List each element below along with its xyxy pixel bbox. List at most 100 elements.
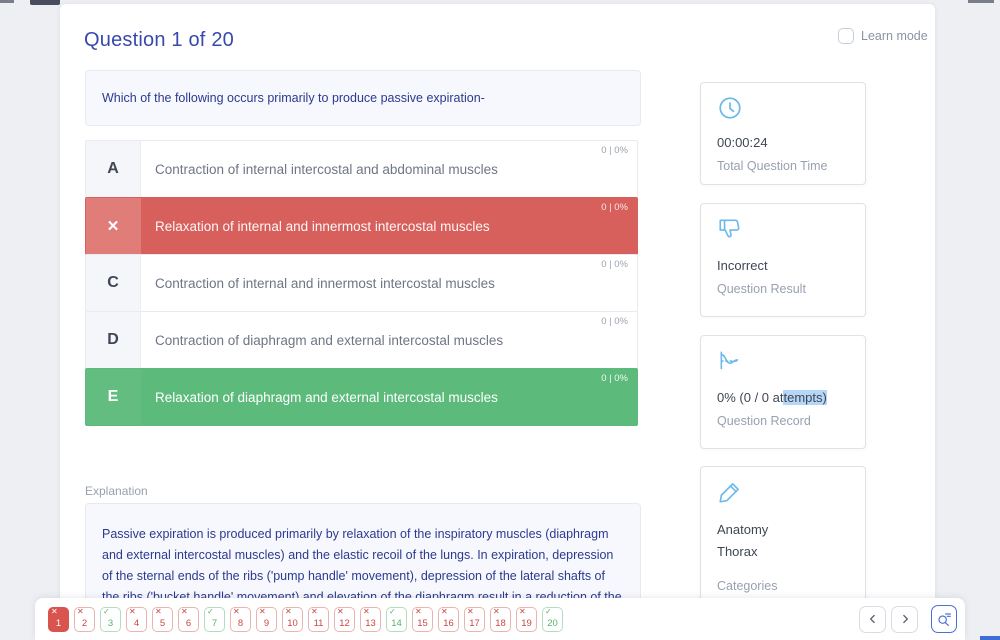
question-number: 3 xyxy=(107,617,114,629)
question-number: 13 xyxy=(365,617,376,629)
option-text: Contraction of internal and innermost in… xyxy=(155,275,495,291)
question-number: 19 xyxy=(521,617,532,629)
browser-tab-artifact xyxy=(30,0,60,5)
question-number: 5 xyxy=(159,617,166,629)
question-review-button[interactable] xyxy=(931,605,957,633)
x-icon: ✕ xyxy=(233,606,240,616)
question-text: Which of the following occurs primarily … xyxy=(102,91,485,105)
next-question-button[interactable] xyxy=(891,605,918,633)
question-nav-box-6[interactable]: ✕ 6 xyxy=(178,606,199,632)
categories-label: Categories xyxy=(717,579,778,593)
options-list: A 0 | 0% Contraction of internal interco… xyxy=(85,140,638,426)
question-nav-box-7[interactable]: ✓ 7 xyxy=(204,606,225,632)
thumbs-down-icon xyxy=(719,219,740,238)
question-time-value: 00:00:24 xyxy=(717,135,768,150)
question-text-box: Which of the following occurs primarily … xyxy=(85,70,641,126)
question-number: 2 xyxy=(81,617,88,629)
question-nav-box-4[interactable]: ✕ 4 xyxy=(126,606,147,632)
option-letter: D xyxy=(86,312,141,368)
record-value-highlighted: tempts) xyxy=(783,390,827,405)
chevron-right-icon xyxy=(902,614,908,624)
result-card: Incorrect Question Result xyxy=(700,203,866,317)
option-stat: 0 | 0% xyxy=(601,145,628,156)
question-nav-box-3[interactable]: ✓ 3 xyxy=(100,606,121,632)
option-stat: 0 | 0% xyxy=(601,373,628,384)
x-icon: ✕ xyxy=(493,606,500,616)
x-icon: ✕ xyxy=(519,606,526,616)
record-value-text: 0% (0 / 0 at xyxy=(717,390,784,405)
question-number: 10 xyxy=(287,617,298,629)
question-number: 14 xyxy=(391,617,402,629)
option-row-e-correct[interactable]: E 0 | 0% Relaxation of diaphragm and ext… xyxy=(85,368,638,426)
x-icon: ✕ xyxy=(363,606,370,616)
option-row-a[interactable]: A 0 | 0% Contraction of internal interco… xyxy=(85,140,638,198)
question-nav-box-17[interactable]: ✕ 17 xyxy=(464,606,485,632)
x-icon: ✕ xyxy=(181,606,188,616)
check-icon: ✓ xyxy=(103,606,110,616)
question-nav-box-19[interactable]: ✕ 19 xyxy=(516,606,537,632)
option-stat: 0 | 0% xyxy=(601,259,628,270)
categories-card: Anatomy Thorax Categories xyxy=(700,466,866,616)
question-nav-box-15[interactable]: ✕ 15 xyxy=(412,606,433,632)
category-item: Anatomy xyxy=(717,522,769,537)
question-number: 18 xyxy=(495,617,506,629)
question-nav-box-11[interactable]: ✕ 11 xyxy=(308,606,329,632)
question-nav-box-12[interactable]: ✕ 12 xyxy=(334,606,355,632)
record-card: 0% (0 / 0 attempts) Question Record xyxy=(700,335,866,449)
question-navigator-bar: ✕ 1 ✕ 2 ✓ 3 ✕ 4 ✕ 5 ✕ 6 ✓ 7 ✕ 8 ✕ 9 ✕ 10 ✕ 11 ✕ 12 ✕ 13 ✓ 14 ✕ 15 ✕ 16 ✕… xyxy=(35,598,965,640)
question-result-value: Incorrect xyxy=(717,258,768,273)
explanation-label: Explanation xyxy=(85,484,148,498)
option-text: Contraction of diaphragm and external in… xyxy=(155,332,504,348)
question-nav-box-14[interactable]: ✓ 14 xyxy=(386,606,407,632)
option-text: Relaxation of diaphragm and external int… xyxy=(155,389,498,405)
check-icon: ✓ xyxy=(389,606,396,616)
category-item: Thorax xyxy=(717,544,758,559)
question-number: 16 xyxy=(443,617,454,629)
question-record-label: Question Record xyxy=(717,414,811,428)
horizontal-scrollbar-thumb[interactable] xyxy=(980,636,1000,640)
option-text: Contraction of internal intercostal and … xyxy=(155,161,498,177)
previous-question-button[interactable] xyxy=(859,605,886,633)
timer-card: 00:00:24 Total Question Time xyxy=(700,82,866,185)
option-text: Relaxation of internal and innermost int… xyxy=(155,218,490,234)
question-nav-box-1[interactable]: ✕ 1 xyxy=(48,606,69,632)
option-row-b-incorrect[interactable]: ✕ 0 | 0% Relaxation of internal and inne… xyxy=(85,197,638,255)
x-icon: ✕ xyxy=(441,606,448,616)
question-nav-box-9[interactable]: ✕ 9 xyxy=(256,606,277,632)
option-letter: C xyxy=(86,255,141,311)
question-nav-box-8[interactable]: ✕ 8 xyxy=(230,606,251,632)
question-nav-box-20[interactable]: ✓ 20 xyxy=(542,606,563,632)
question-number: 11 xyxy=(313,617,324,629)
x-icon: ✕ xyxy=(129,606,136,616)
option-stat: 0 | 0% xyxy=(601,202,628,213)
question-number: 15 xyxy=(417,617,428,629)
question-time-label: Total Question Time xyxy=(717,159,828,173)
question-number: 1 xyxy=(55,617,62,629)
chart-icon xyxy=(720,351,739,370)
x-icon: ✕ xyxy=(155,606,162,616)
option-row-d[interactable]: D 0 | 0% Contraction of diaphragm and ex… xyxy=(85,311,638,369)
question-number: 7 xyxy=(211,617,218,629)
pencil-icon xyxy=(719,483,739,503)
question-nav-box-5[interactable]: ✕ 5 xyxy=(152,606,173,632)
x-icon: ✕ xyxy=(51,606,58,616)
question-nav-list: ✕ 1 ✕ 2 ✓ 3 ✕ 4 ✕ 5 ✕ 6 ✓ 7 ✕ 8 ✕ 9 ✕ 10 ✕ 11 ✕ 12 ✕ 13 ✓ 14 ✕ 15 ✕ 16 ✕… xyxy=(48,606,563,632)
browser-edge-artifact xyxy=(0,0,14,3)
question-nav-box-2[interactable]: ✕ 2 xyxy=(74,606,95,632)
x-icon: ✕ xyxy=(77,606,84,616)
option-stat: 0 | 0% xyxy=(601,316,628,327)
question-nav-box-10[interactable]: ✕ 10 xyxy=(282,606,303,632)
learn-mode-toggle[interactable]: Learn mode xyxy=(838,28,928,44)
question-nav-box-18[interactable]: ✕ 18 xyxy=(490,606,511,632)
x-icon: ✕ xyxy=(337,606,344,616)
browser-edge-artifact xyxy=(968,0,994,3)
question-nav-box-16[interactable]: ✕ 16 xyxy=(438,606,459,632)
option-letter: E xyxy=(86,369,141,425)
question-nav-box-13[interactable]: ✕ 13 xyxy=(360,606,381,632)
x-icon: ✕ xyxy=(86,198,141,254)
question-number: 17 xyxy=(469,617,480,629)
learn-mode-checkbox[interactable] xyxy=(838,28,854,44)
x-icon: ✕ xyxy=(285,606,292,616)
option-row-c[interactable]: C 0 | 0% Contraction of internal and inn… xyxy=(85,254,638,312)
question-number: 12 xyxy=(339,617,350,629)
